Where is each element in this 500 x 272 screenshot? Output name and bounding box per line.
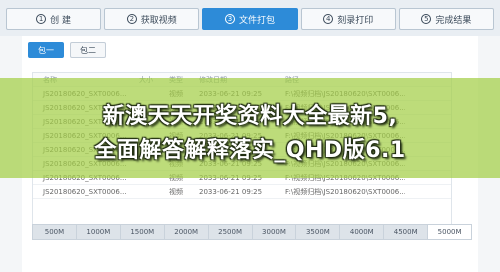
cell-path: F:\视频归档\JS20180620\SXT0006... — [285, 187, 405, 196]
scale-segment: 2000M — [164, 225, 209, 239]
step-5[interactable]: 5 完成结果 — [398, 8, 495, 30]
step-4[interactable]: 4 刻录打印 — [300, 8, 396, 30]
scale-segment: 4000M — [340, 225, 385, 239]
step-3[interactable]: 3 文件打包 — [202, 8, 298, 30]
package-tabs: 包一 包二 — [28, 42, 106, 58]
step-label: 文件打包 — [239, 15, 276, 26]
scale-segment: 3500M — [296, 225, 341, 239]
tab-package-2[interactable]: 包二 — [70, 42, 106, 58]
cell-modified: 2033-06-21 09:25 — [199, 187, 263, 196]
step-number-icon: 4 — [323, 14, 334, 24]
step-label: 完成结果 — [435, 15, 472, 26]
cell-type: 视频 — [169, 187, 183, 196]
scale-segment: 1500M — [120, 225, 165, 239]
step-label: 创 建 — [50, 15, 72, 26]
scale-segment: 500M — [33, 225, 77, 239]
watermark-text: 新澳天天开奖资料大全最新5, 全面解答解释落实_QHD版6.1 — [0, 100, 500, 168]
scale-segment: 2500M — [208, 225, 253, 239]
step-number-icon: 5 — [421, 14, 432, 24]
tab-package-1[interactable]: 包一 — [28, 42, 64, 58]
table-row[interactable]: JS20180620_SXT0006... 视频 2033-06-21 09:25 F… — [33, 185, 451, 199]
watermark-line-1: 新澳天天开奖资料大全最新5, — [102, 104, 398, 129]
scale-segment: 1000M — [76, 225, 121, 239]
step-bar: 1创 建 2 获取视频 3 文件打包 4 刻录打印 5 完成结果 — [0, 0, 500, 36]
step-label: 获取视频 — [140, 15, 177, 26]
step-1[interactable]: 1创 建 — [6, 8, 102, 30]
scale-segment: 3000M — [252, 225, 297, 239]
step-2[interactable]: 2 获取视频 — [104, 8, 200, 30]
step-number-icon: 3 — [225, 14, 235, 24]
step-number-icon: 2 — [126, 14, 137, 24]
step-label: 刻录打印 — [337, 15, 374, 26]
capacity-scale: 500M 1000M 1500M 2000M 2500M 3000M 3500M 4000M 4… — [32, 224, 472, 240]
cell-name: JS20180620_SXT0006... — [43, 187, 127, 196]
watermark-line-2: 全面解答解释落实_QHD版6.1 — [94, 138, 406, 163]
scale-segment: 5000M — [428, 225, 472, 239]
step-number-icon: 1 — [36, 14, 47, 24]
scale-segment: 4500M — [384, 225, 429, 239]
